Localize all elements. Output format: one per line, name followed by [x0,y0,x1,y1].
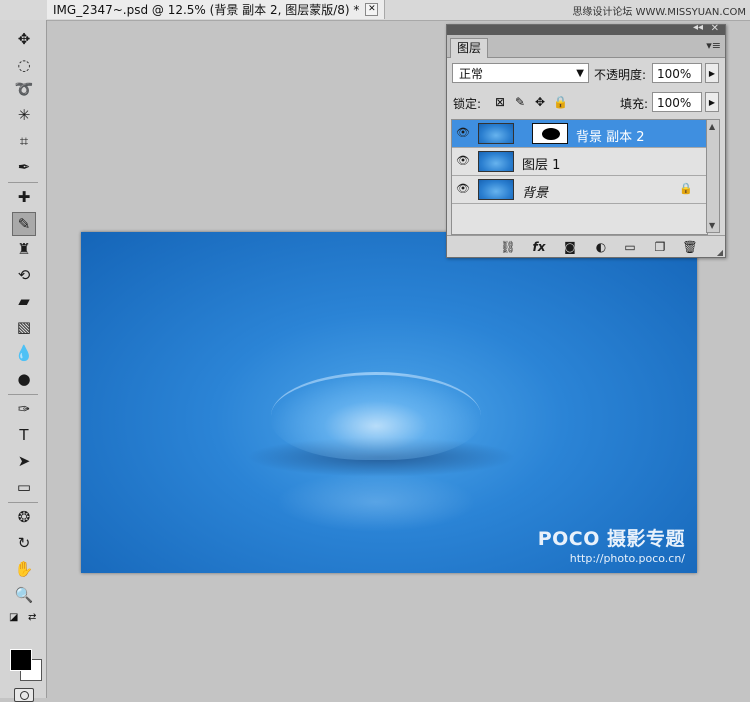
move-tool-icon[interactable]: ✥ [13,28,35,50]
3d-rotate-tool-icon[interactable]: ❂ [13,506,35,528]
zoom-tool-icon[interactable]: 🔍 [13,584,35,606]
water-reflection [276,472,476,532]
crop-tool-icon[interactable]: ⌗ [13,130,35,152]
layers-panel: ◂◂ ✕ 图层 ▾≡ 正常 ▼ 不透明度: 100% ▶ 锁定: ⊠ ✎ ✥ 🔒… [446,22,726,258]
marquee-tool-icon[interactable]: ◌ [13,54,35,76]
document-tab-bar: IMG_2347~.psd @ 12.5% (背景 副本 2, 图层蒙版/8) … [0,0,750,21]
layers-scrollbar[interactable]: ▲ ▼ [706,119,720,233]
hand-tool-icon[interactable]: ✋ [13,558,35,580]
visibility-eye-icon[interactable]: 👁 [455,182,471,196]
layer-thumbnail [478,123,514,144]
layer-thumbnail [478,179,514,200]
panel-menu-icon[interactable]: ▾≡ [706,39,721,52]
collapse-panel-icon[interactable]: ◂◂ [693,22,703,33]
layer-name: 背景 副本 2 [576,130,645,145]
visibility-eye-icon[interactable]: 👁 [455,126,471,140]
close-icon[interactable]: ✕ [365,3,379,16]
layer-row-background[interactable]: 👁 背景 🔒 [452,176,707,204]
type-tool-icon[interactable]: T [13,424,35,446]
blend-mode-select[interactable]: 正常 ▼ [452,63,589,83]
fill-slider-toggle-icon[interactable]: ▶ [705,92,719,112]
opacity-input[interactable]: 100% [652,63,702,83]
lock-transparent-pixels-icon[interactable]: ⊠ [493,95,507,109]
document-canvas[interactable]: POCO 摄影专题 http://photo.poco.cn/ [81,232,697,573]
new-group-icon[interactable]: ▭ [621,239,639,255]
eraser-tool-icon[interactable]: ▰ [13,290,35,312]
foreground-color-swatch[interactable] [10,649,32,671]
toolbox-divider [8,502,38,503]
add-mask-icon[interactable]: ◙ [561,239,579,255]
dodge-tool-icon[interactable]: ● [13,368,35,390]
document-tab-title: IMG_2347~.psd @ 12.5% (背景 副本 2, 图层蒙版/8) … [53,3,360,17]
lock-all-icon[interactable]: 🔒 [553,95,568,109]
history-brush-tool-icon[interactable]: ⟲ [13,264,35,286]
delete-layer-icon[interactable]: 🗑 [681,239,699,255]
resize-grip-icon[interactable]: ◢ [717,248,723,257]
document-tab[interactable]: IMG_2347~.psd @ 12.5% (背景 副本 2, 图层蒙版/8) … [47,0,386,19]
lock-label: 锁定: [453,97,482,111]
panel-bottom-toolbar: ⛓ fx ◙ ◐ ▭ ❐ 🗑 ◢ [447,235,725,258]
layer-thumbnail [478,151,514,172]
layer-row-background-copy-2[interactable]: 👁 背景 副本 2 [452,120,707,148]
toolbox: ✥ ◌ ➰ ✳ ⌗ ✒ ✚ ✎ ♜ ⟲ ▰ ▧ 💧 ● ✑ T ➤ ▭ ❂ ↻ … [0,20,47,702]
3d-orbit-tool-icon[interactable]: ↻ [13,532,35,554]
gradient-tool-icon[interactable]: ▧ [13,316,35,338]
chevron-down-icon: ▼ [576,68,584,79]
lasso-tool-icon[interactable]: ➰ [13,78,35,100]
site-watermark: 思缘设计论坛 WWW.MISSYUAN.COM [572,7,746,18]
layer-mask-thumbnail[interactable] [532,123,568,144]
poco-watermark: POCO 摄影专题 [537,528,685,550]
toolbox-divider [8,394,38,395]
blend-mode-value: 正常 [459,67,484,81]
water-crown-splash [271,372,481,460]
fill-input[interactable]: 100% [652,92,702,112]
panel-title-strip[interactable]: ◂◂ ✕ [447,22,725,35]
blur-tool-icon[interactable]: 💧 [13,342,35,364]
default-colors-icon[interactable]: ◪ [9,612,18,623]
layer-name: 背景 [522,186,549,201]
scroll-up-icon[interactable]: ▲ [709,122,715,131]
adjustment-layer-icon[interactable]: ◐ [592,239,610,255]
eyedropper-tool-icon[interactable]: ✒ [13,156,35,178]
magic-wand-tool-icon[interactable]: ✳ [13,104,35,126]
layer-style-fx-icon[interactable]: fx [530,239,548,255]
swap-colors-icon[interactable]: ⇄ [28,612,36,623]
healing-brush-tool-icon[interactable]: ✚ [13,186,35,208]
close-panel-icon[interactable]: ✕ [711,23,719,34]
panel-tab-row: 图层 ▾≡ [447,35,725,58]
quick-mask-icon[interactable] [14,688,34,702]
opacity-slider-toggle-icon[interactable]: ▶ [705,63,719,83]
poco-url-watermark: http://photo.poco.cn/ [569,552,685,565]
shape-tool-icon[interactable]: ▭ [13,476,35,498]
link-layers-icon[interactable]: ⛓ [499,239,517,255]
tab-layers[interactable]: 图层 [450,38,489,58]
opacity-label: 不透明度: [594,68,647,82]
pen-tool-icon[interactable]: ✑ [13,398,35,420]
layers-list: 👁 背景 副本 2 👁 图层 1 👁 背景 🔒 [451,119,708,235]
lock-position-icon[interactable]: ✥ [533,95,547,109]
visibility-eye-icon[interactable]: 👁 [455,154,471,168]
new-layer-icon[interactable]: ❐ [651,239,669,255]
lock-row: 锁定: ⊠ ✎ ✥ 🔒 填充: 100% ▶ [447,90,725,116]
lock-image-pixels-icon[interactable]: ✎ [513,95,527,109]
clone-stamp-tool-icon[interactable]: ♜ [13,238,35,260]
layer-name: 图层 1 [522,158,561,173]
layer-lock-icon: 🔒 [679,182,693,195]
scroll-down-icon[interactable]: ▼ [709,221,715,230]
fill-label: 填充: [620,97,649,111]
blend-row: 正常 ▼ 不透明度: 100% ▶ [447,61,725,87]
layer-row-layer-1[interactable]: 👁 图层 1 [452,148,707,176]
toolbox-divider [8,182,38,183]
path-selection-tool-icon[interactable]: ➤ [13,450,35,472]
brush-tool-icon[interactable]: ✎ [12,212,36,236]
